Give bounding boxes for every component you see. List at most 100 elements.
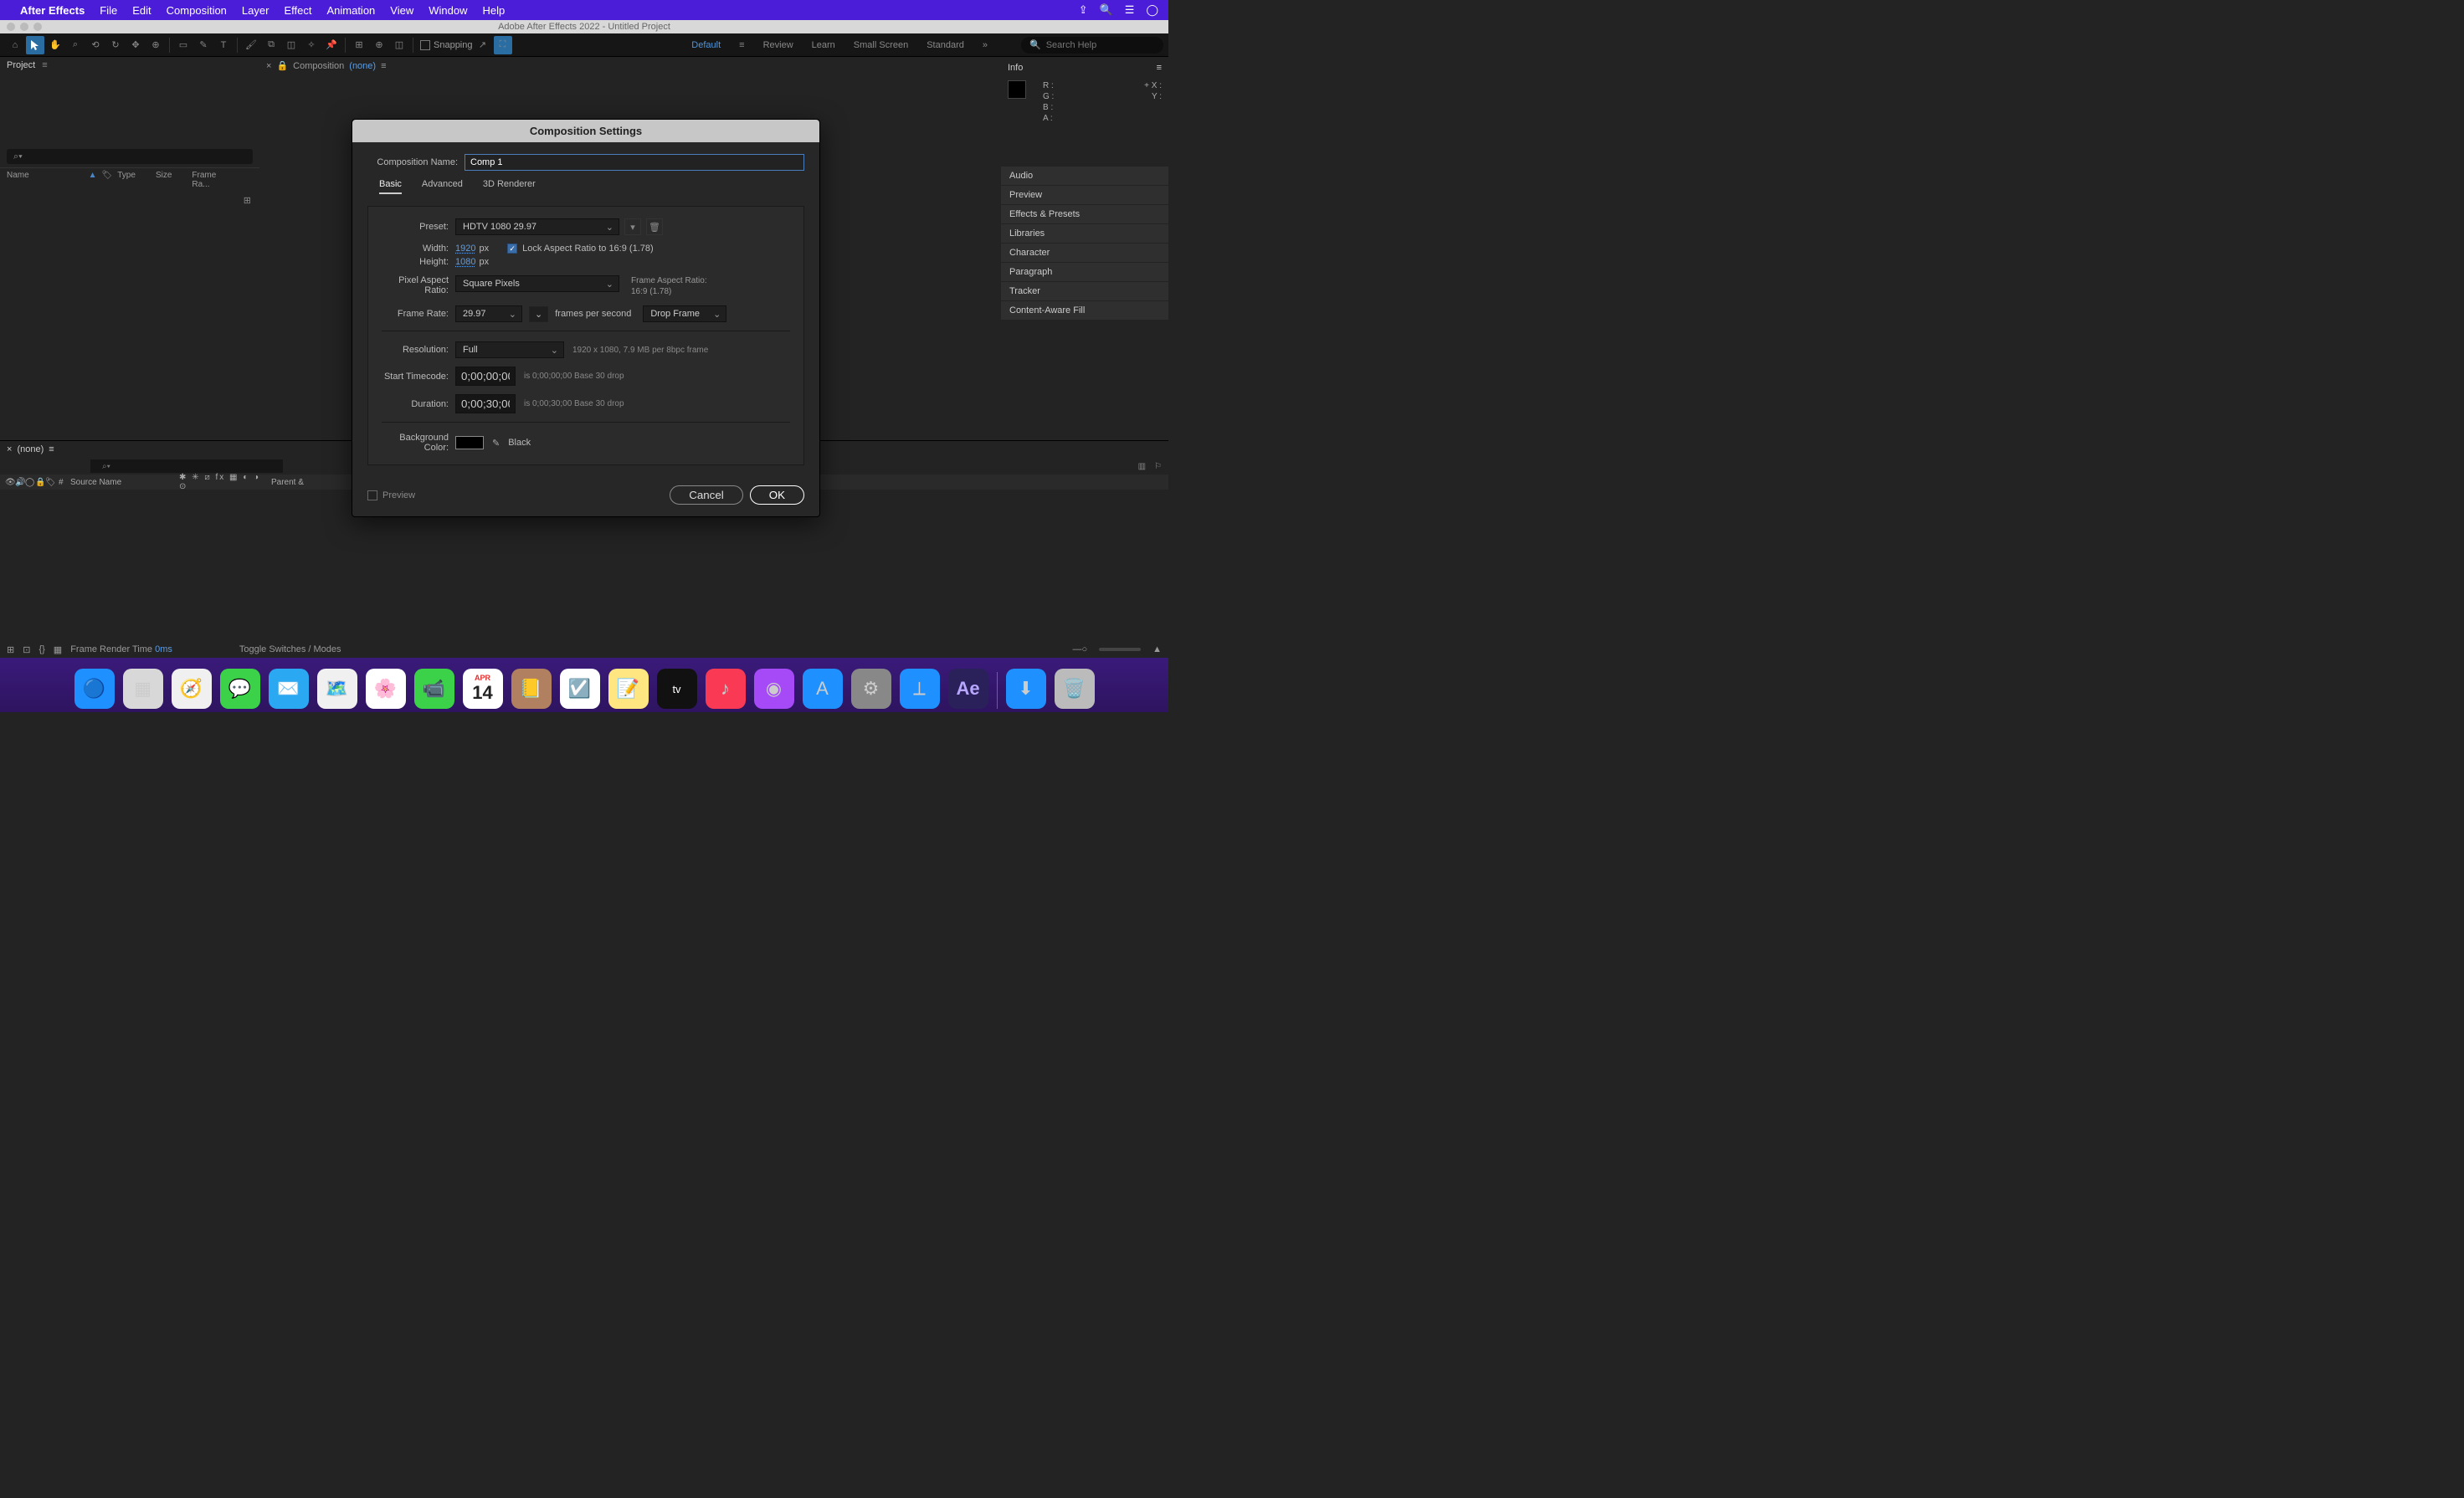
dock-launchpad-icon[interactable]: ▦ <box>123 669 163 709</box>
frame-blend-icon[interactable]: ▦ <box>54 644 62 655</box>
par-select[interactable]: Square Pixels <box>455 275 619 292</box>
graph-editor-icon[interactable]: ▥ <box>1138 462 1146 471</box>
tab-advanced[interactable]: Advanced <box>422 179 463 194</box>
bg-color-swatch[interactable] <box>455 436 484 449</box>
dock-settings-icon[interactable]: ⚙︎ <box>851 669 891 709</box>
snapping-checkbox-icon[interactable] <box>420 40 430 50</box>
dock-tv-icon[interactable]: tv <box>657 669 697 709</box>
rectangle-tool-icon[interactable]: ▭ <box>174 36 192 54</box>
puppet-tool-icon[interactable]: 📌 <box>322 36 341 54</box>
eraser-tool-icon[interactable]: ◫ <box>282 36 300 54</box>
dock-finder-icon[interactable]: 🔵 <box>74 669 115 709</box>
snap-collapse-icon[interactable]: ⛶ <box>494 36 512 54</box>
dock-trash-icon[interactable]: 🗑️ <box>1055 669 1095 709</box>
label-col-icon[interactable]: 🏷 <box>40 478 54 487</box>
toggle-switches-modes-button[interactable]: Toggle Switches / Modes <box>239 644 341 654</box>
menu-composition[interactable]: Composition <box>167 4 227 17</box>
accordion-content-aware-fill[interactable]: Content-Aware Fill <box>1001 301 1168 320</box>
accordion-tracker[interactable]: Tracker <box>1001 282 1168 300</box>
height-value[interactable]: 1080 <box>455 257 475 267</box>
framerate-select[interactable]: 29.97 <box>455 305 522 322</box>
accordion-effects-presets[interactable]: Effects & Presets <box>1001 205 1168 223</box>
dock-calendar-icon[interactable]: APR14 <box>463 669 503 709</box>
dock-appstore-icon[interactable]: A <box>803 669 843 709</box>
col-name[interactable]: Name <box>7 171 69 189</box>
shy-icon[interactable]: ⚐ <box>1154 462 1162 471</box>
spotlight-icon[interactable]: 🔍 <box>1100 3 1113 17</box>
sort-asc-icon[interactable]: ▲ <box>89 171 97 189</box>
panel-menu-icon[interactable]: ≡ <box>381 61 386 71</box>
orbit-tool-icon[interactable]: ⟲ <box>86 36 105 54</box>
accordion-audio[interactable]: Audio <box>1001 167 1168 185</box>
menu-effect[interactable]: Effect <box>284 4 311 17</box>
close-window-icon[interactable] <box>7 23 15 31</box>
world-axis-icon[interactable]: ⊕ <box>370 36 388 54</box>
resolution-select[interactable]: Full <box>455 341 564 358</box>
workspace-standard[interactable]: Standard <box>927 40 964 50</box>
view-axis-icon[interactable]: ◫ <box>390 36 408 54</box>
dock-reminders-icon[interactable]: ☑️ <box>560 669 600 709</box>
preview-checkbox[interactable]: Preview <box>367 490 415 500</box>
framerate-dropdown-icon[interactable]: ⌄ <box>529 306 548 322</box>
dock-safari-icon[interactable]: 🧭 <box>172 669 212 709</box>
dock-notes-icon[interactable]: 📝 <box>608 669 649 709</box>
close-tab-icon[interactable]: × <box>266 61 271 71</box>
selection-tool-icon[interactable] <box>26 36 44 54</box>
col-type[interactable]: Type <box>117 171 136 189</box>
camera-tool-icon[interactable]: ✥ <box>126 36 145 54</box>
switches-cols[interactable]: ✱ ✳ ⧄ fx ▦ ◐ ◑ ⊙ <box>174 473 266 491</box>
toggle-transfer-icon[interactable]: ⊡ <box>23 644 30 655</box>
source-name-col[interactable]: Source Name <box>65 478 174 487</box>
menu-window[interactable]: Window <box>429 4 467 17</box>
lock-col-icon[interactable]: 🔒 <box>30 478 40 487</box>
zoom-in-icon[interactable]: ▲ <box>1152 644 1162 654</box>
workspace-overflow-icon[interactable]: » <box>983 40 988 50</box>
accordion-libraries[interactable]: Libraries <box>1001 224 1168 243</box>
workspace-learn[interactable]: Learn <box>812 40 835 50</box>
dock-contacts-icon[interactable]: 📒 <box>511 669 552 709</box>
accordion-character[interactable]: Character <box>1001 244 1168 262</box>
menu-edit[interactable]: Edit <box>132 4 151 17</box>
eyedropper-icon[interactable]: ✎ <box>492 438 500 449</box>
snap-edge-icon[interactable]: ↗ <box>474 36 492 54</box>
viewer-tab[interactable]: × 🔒 Composition (none) ≡ <box>259 57 1001 74</box>
panel-menu-icon[interactable]: ≡ <box>42 60 47 70</box>
dock-messages-icon[interactable]: 💬 <box>220 669 260 709</box>
app-name[interactable]: After Effects <box>20 4 85 17</box>
duration-input[interactable] <box>455 394 516 413</box>
rotate-tool-icon[interactable]: ↻ <box>106 36 125 54</box>
dock-facetime-icon[interactable]: 📹 <box>414 669 454 709</box>
brush-tool-icon[interactable]: 🖌 <box>242 36 260 54</box>
zoom-tool-icon[interactable]: ⌕ <box>66 36 85 54</box>
zoom-slider[interactable] <box>1099 648 1141 651</box>
lock-icon[interactable]: 🔒 <box>276 60 288 71</box>
solo-col-icon[interactable]: ◯ <box>20 478 30 487</box>
pen-tool-icon[interactable]: ✎ <box>194 36 213 54</box>
col-framerate[interactable]: Frame Ra... <box>192 171 233 189</box>
index-col[interactable]: # <box>54 478 65 487</box>
cancel-button[interactable]: Cancel <box>670 485 743 505</box>
type-tool-icon[interactable]: T <box>214 36 233 54</box>
menu-help[interactable]: Help <box>482 4 505 17</box>
info-tab-label[interactable]: Info <box>1008 63 1023 73</box>
delete-preset-icon[interactable]: 🗑 <box>646 218 663 235</box>
comp-name-input[interactable] <box>465 154 804 171</box>
dock-podcasts-icon[interactable]: ◉ <box>754 669 794 709</box>
traffic-lights[interactable] <box>7 23 42 31</box>
save-preset-icon[interactable]: ▾ <box>624 218 641 235</box>
panel-menu-icon[interactable]: ≡ <box>49 444 54 454</box>
dock-xcode-icon[interactable]: ⟂ <box>900 669 940 709</box>
close-tab-icon[interactable]: × <box>7 444 12 454</box>
dock-photos-icon[interactable]: 🌸 <box>366 669 406 709</box>
panel-menu-icon[interactable]: ≡ <box>1157 63 1162 73</box>
flowchart-icon[interactable]: ⊞ <box>244 196 251 206</box>
siri-icon[interactable]: ◯ <box>1146 3 1158 17</box>
minimize-window-icon[interactable] <box>20 23 28 31</box>
timeline-search-input[interactable] <box>90 459 283 473</box>
col-size[interactable]: Size <box>156 171 172 189</box>
workspace-menu-icon[interactable]: ≡ <box>739 40 744 50</box>
lock-aspect-checkbox[interactable]: ✓ Lock Aspect Ratio to 16:9 (1.78) <box>507 244 654 254</box>
dock-downloads-icon[interactable]: ⬇︎ <box>1006 669 1046 709</box>
ok-button[interactable]: OK <box>750 485 804 505</box>
workspace-small-screen[interactable]: Small Screen <box>854 40 908 50</box>
